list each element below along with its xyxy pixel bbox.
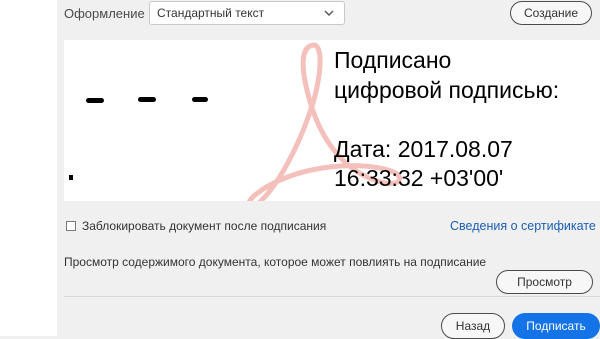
appearance-select-value: Стандартный текст (157, 6, 265, 20)
appearance-select[interactable]: Стандартный текст (149, 1, 345, 25)
preview-note: Просмотр содержимого документа, которое … (64, 255, 487, 269)
left-panel (0, 0, 57, 336)
divider (64, 296, 600, 297)
signature-line-4: 16:33:32 +03'00' (334, 165, 504, 191)
signature-line-1: Подписано (334, 47, 452, 73)
back-button[interactable]: Назад (441, 313, 505, 339)
appearance-label: Оформление (64, 6, 145, 21)
signature-preview: Подписано цифровой подписью: Дата: 2017.… (64, 40, 600, 201)
signature-mark (138, 97, 156, 102)
signature-line-2: цифровой подписью: (334, 77, 560, 103)
chevron-down-icon (324, 10, 334, 16)
sign-button[interactable]: Подписать (512, 313, 600, 339)
signature-mark (69, 175, 73, 180)
signature-mark (86, 98, 104, 103)
sign-dialog: Оформление Стандартный текст Создание По… (57, 0, 600, 339)
lock-document-label[interactable]: Заблокировать документ после подписания (82, 219, 326, 233)
view-button[interactable]: Просмотр (496, 270, 593, 294)
create-button[interactable]: Создание (510, 1, 592, 25)
signature-line-3: Дата: 2017.08.07 (334, 136, 513, 162)
lock-document-checkbox[interactable] (66, 221, 76, 231)
signature-mark (192, 97, 208, 102)
certificate-details-link[interactable]: Сведения о сертификате (450, 219, 596, 233)
